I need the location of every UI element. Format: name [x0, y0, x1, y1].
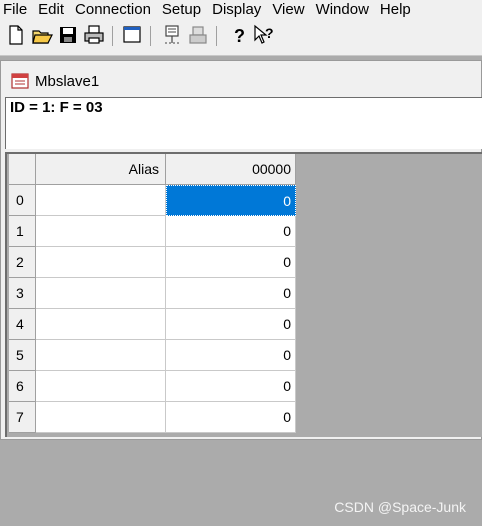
register-value-cell[interactable]: 0 [166, 216, 296, 247]
register-value-cell[interactable]: 0 [166, 247, 296, 278]
menu-setup[interactable]: Setup [157, 0, 207, 20]
menu-display[interactable]: Display [207, 0, 267, 20]
toolbar-separator [216, 26, 217, 46]
help-icon[interactable]: ? [228, 23, 250, 47]
window-icon[interactable] [121, 23, 143, 47]
menu-edit[interactable]: Edit [33, 0, 70, 20]
row-header[interactable]: 2 [9, 247, 36, 278]
info-panel: ID = 1: F = 03 [5, 97, 482, 149]
alias-cell[interactable] [36, 402, 166, 433]
child-window-title: Mbslave1 [35, 72, 100, 90]
menu-file[interactable]: File [0, 0, 33, 20]
alias-cell[interactable] [36, 340, 166, 371]
row-header[interactable]: 6 [9, 371, 36, 402]
row-header[interactable]: 1 [9, 216, 36, 247]
child-window: Mbslave1 ID = 1: F = 03 Alias 00000 0 0 … [0, 60, 482, 440]
slave-info-text: ID = 1: F = 03 [10, 99, 103, 116]
toolbar-separator [112, 26, 113, 46]
register-value-cell[interactable]: 0 [166, 402, 296, 433]
alias-cell[interactable] [36, 185, 166, 216]
alias-cell[interactable] [36, 309, 166, 340]
register-column-header[interactable]: 00000 [166, 154, 296, 185]
row-header[interactable]: 4 [9, 309, 36, 340]
register-value-cell[interactable]: 0 [166, 340, 296, 371]
row-header[interactable]: 3 [9, 278, 36, 309]
mdi-empty-area: CSDN @Space-Junk [0, 448, 482, 526]
disconnect-icon[interactable] [187, 23, 209, 47]
register-value-cell-selected[interactable]: 0 [166, 185, 296, 216]
new-file-icon[interactable] [5, 23, 27, 47]
alias-column-header[interactable]: Alias [36, 154, 166, 185]
alias-cell[interactable] [36, 278, 166, 309]
row-header[interactable]: 5 [9, 340, 36, 371]
watermark-text: CSDN @Space-Junk [334, 499, 466, 515]
child-window-titlebar[interactable]: Mbslave1 [2, 66, 481, 96]
menu-view[interactable]: View [267, 0, 310, 20]
grid-corner-cell[interactable] [9, 154, 36, 185]
register-value-cell[interactable]: 0 [166, 371, 296, 402]
menu-connection[interactable]: Connection [70, 0, 157, 20]
menu-help[interactable]: Help [375, 0, 417, 20]
register-grid-area: Alias 00000 0 0 1 0 2 0 3 0 4 0 5 0 6 0 … [5, 152, 482, 437]
print-icon[interactable] [83, 23, 105, 47]
register-value-cell[interactable]: 0 [166, 278, 296, 309]
menu-bar: File Edit Connection Setup Display View … [0, 0, 482, 20]
alias-cell[interactable] [36, 247, 166, 278]
save-icon[interactable] [57, 23, 79, 47]
register-value-cell[interactable]: 0 [166, 309, 296, 340]
document-icon [11, 73, 29, 89]
alias-cell[interactable] [36, 216, 166, 247]
open-folder-icon[interactable] [31, 23, 53, 47]
menu-window[interactable]: Window [311, 0, 375, 20]
read-connect-icon[interactable] [161, 23, 183, 47]
toolbar: ? ? [0, 20, 482, 56]
context-help-icon[interactable]: ? [252, 23, 274, 47]
toolbar-separator [150, 26, 151, 46]
svg-text:?: ? [265, 25, 274, 41]
svg-text:?: ? [234, 26, 245, 46]
row-header[interactable]: 0 [9, 185, 36, 216]
alias-cell[interactable] [36, 371, 166, 402]
row-header[interactable]: 7 [9, 402, 36, 433]
